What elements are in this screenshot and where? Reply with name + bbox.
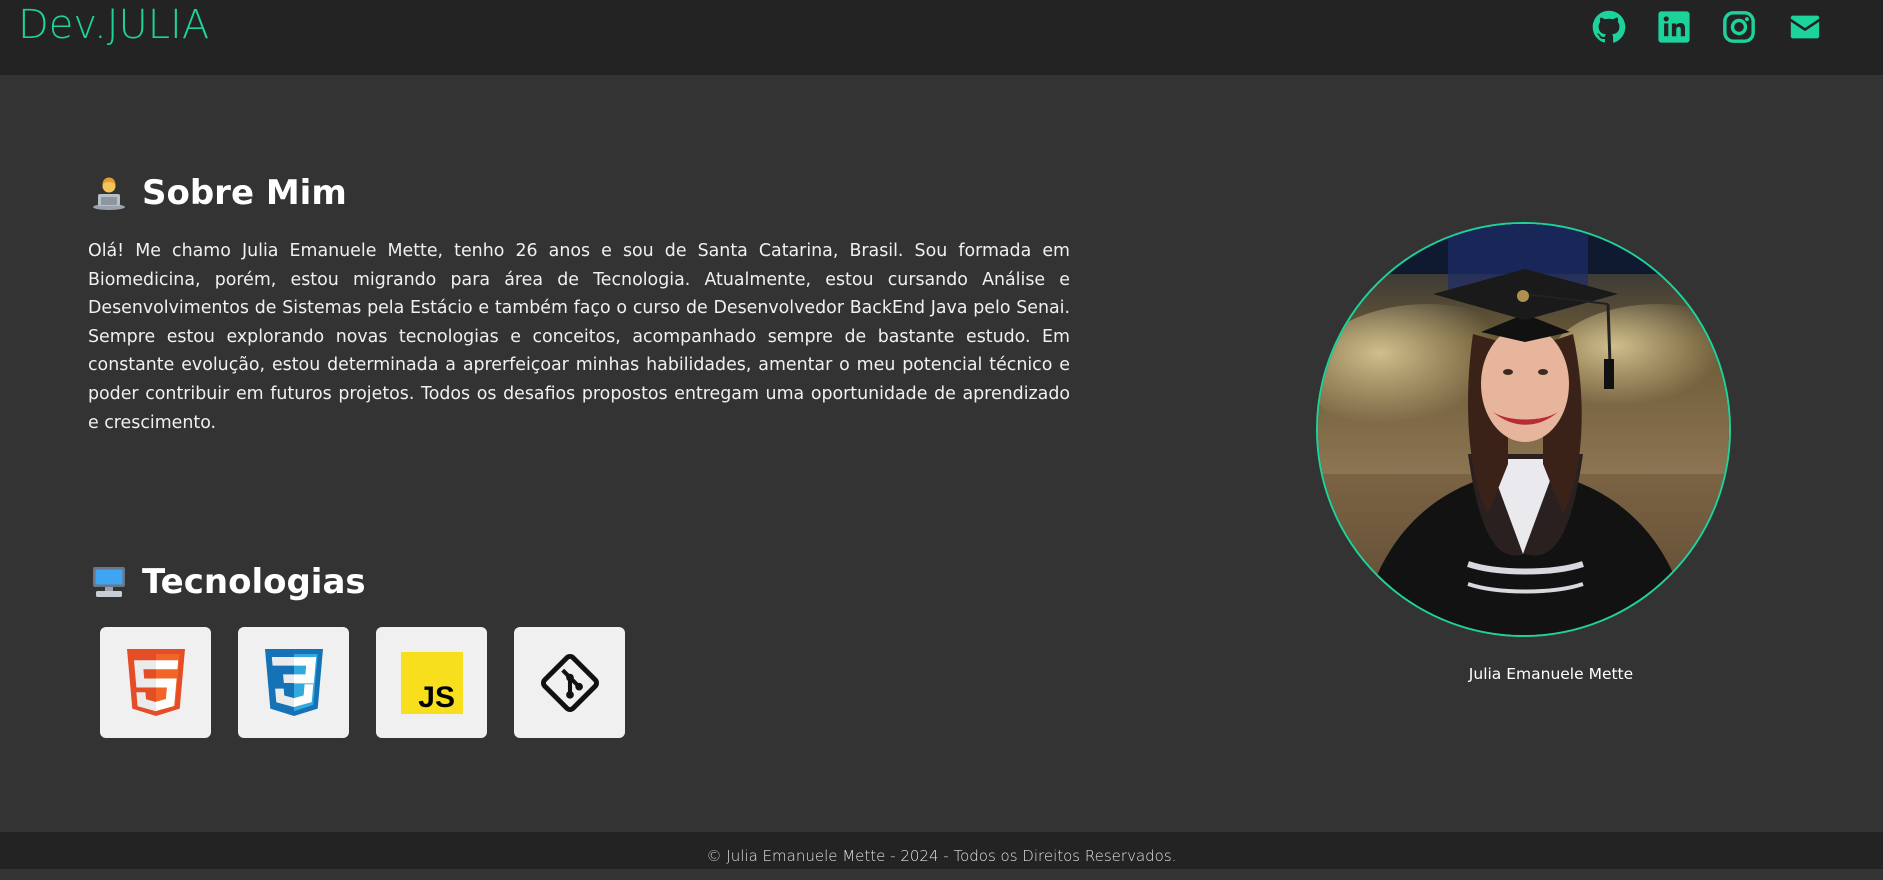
html5-icon <box>126 648 185 716</box>
computer-emoji <box>93 567 125 597</box>
tech-item-css3 <box>238 627 349 738</box>
instagram-link[interactable] <box>1722 10 1756 44</box>
svg-text:JS: JS <box>418 681 455 714</box>
linkedin-icon <box>1658 11 1690 43</box>
profile-photo-image <box>1318 224 1729 635</box>
about-text: Olá! Me chamo Julia Emanuele Mette, tenh… <box>88 241 1070 433</box>
github-icon <box>1592 10 1626 43</box>
technologist-emoji <box>93 177 125 210</box>
technologies-heading: Tecnologias <box>90 562 366 602</box>
css3-icon <box>264 648 323 716</box>
main-content: Sobre Mim Olá! Me chamo Julia Emanuele M… <box>0 75 1883 832</box>
git-icon <box>540 653 599 712</box>
javascript-icon: JS <box>400 651 463 714</box>
tech-item-html5 <box>100 627 211 738</box>
instagram-icon <box>1723 11 1755 43</box>
about-title: Sobre Mim <box>142 173 347 213</box>
mail-link[interactable] <box>1788 10 1822 44</box>
mail-icon <box>1790 15 1820 39</box>
profile-caption: Julia Emanuele Mette <box>1468 665 1634 683</box>
tech-item-git <box>514 627 625 738</box>
about-heading: Sobre Mim <box>90 173 347 213</box>
github-link[interactable] <box>1592 10 1626 44</box>
site-footer: © Julia Emanuele Mette - 2024 - Todos os… <box>0 832 1883 869</box>
technologies-title: Tecnologias <box>142 562 366 602</box>
site-logo[interactable]: Dev.JULIA <box>18 2 209 48</box>
tech-item-javascript: JS <box>376 627 487 738</box>
footer-text: © Julia Emanuele Mette - 2024 - Todos os… <box>706 847 1177 865</box>
linkedin-link[interactable] <box>1657 10 1691 44</box>
site-header: Dev.JULIA <box>0 0 1883 75</box>
profile-photo <box>1316 222 1731 637</box>
